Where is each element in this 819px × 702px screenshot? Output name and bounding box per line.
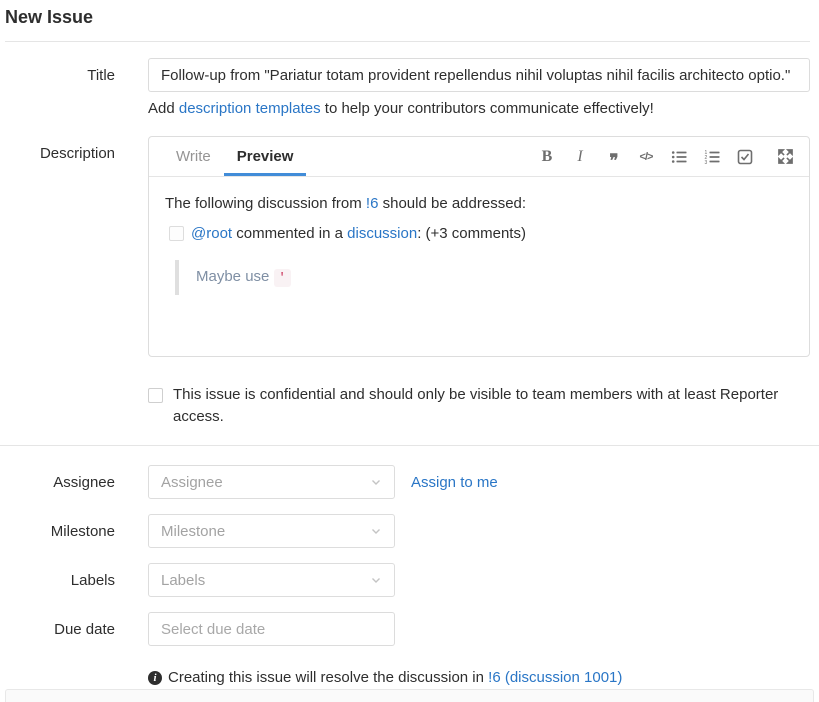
resolve-discussion-note: i Creating this issue will resolve the d…: [148, 668, 810, 688]
description-label: Description: [5, 136, 115, 163]
svg-text:3: 3: [705, 160, 708, 165]
new-issue-page: New Issue Title Add description template…: [0, 0, 819, 688]
task-list-item: @root commented in a discussion: (+3 com…: [165, 223, 793, 245]
inline-code: ': [274, 269, 291, 287]
preview-line-1: The following discussion from !6 should …: [165, 193, 793, 215]
quote-icon[interactable]: ❞: [604, 148, 622, 166]
chevron-down-icon: [370, 476, 382, 488]
editor-tabs: Write Preview: [163, 137, 306, 176]
confidential-checkbox[interactable]: [148, 388, 163, 403]
milestone-row: Milestone Milestone: [5, 514, 810, 548]
assign-to-me-link[interactable]: Assign to me: [411, 474, 498, 491]
task-list-icon[interactable]: [736, 148, 754, 166]
due-date-input[interactable]: [148, 612, 395, 646]
user-root-link[interactable]: @root: [191, 225, 232, 242]
line1-post: should be addressed:: [378, 195, 526, 212]
assignee-label: Assignee: [5, 465, 115, 492]
confidential-text: This issue is confidential and should on…: [173, 384, 810, 428]
resolve-note-text: Creating this issue will resolve the dis…: [168, 668, 622, 688]
labels-dropdown-value: Labels: [161, 572, 205, 589]
discussion-link[interactable]: discussion: [347, 225, 417, 242]
resolve-pre: Creating this issue will resolve the dis…: [168, 669, 488, 686]
line1-pre: The following discussion from: [165, 195, 366, 212]
markdown-editor: Write Preview B I ❞ </> 123: [148, 136, 810, 357]
assignee-dropdown-value: Assignee: [161, 474, 223, 491]
title-label: Title: [5, 58, 115, 85]
description-templates-link[interactable]: description templates: [179, 100, 321, 117]
quoted-discussion: Maybe use ': [175, 260, 793, 295]
task-text: @root commented in a discussion: (+3 com…: [191, 223, 526, 245]
confidential-label[interactable]: This issue is confidential and should on…: [148, 384, 810, 428]
numbered-list-icon[interactable]: 123: [703, 148, 721, 166]
chevron-down-icon: [370, 525, 382, 537]
assignee-row: Assignee Assignee Assign to me: [5, 465, 810, 499]
chevron-down-icon: [370, 574, 382, 586]
section-divider: [0, 445, 819, 446]
confidential-row: This issue is confidential and should on…: [5, 384, 810, 428]
task-post: : (+3 comments): [417, 225, 526, 242]
milestone-dropdown[interactable]: Milestone: [148, 514, 395, 548]
task-checkbox[interactable]: [169, 226, 184, 241]
footer-bar: [5, 689, 814, 702]
fullscreen-icon[interactable]: [776, 148, 794, 166]
page-title: New Issue: [5, 0, 810, 29]
assignee-dropdown[interactable]: Assignee: [148, 465, 395, 499]
labels-row: Labels Labels: [5, 563, 810, 597]
labels-label: Labels: [5, 563, 115, 590]
help-post: to help your contributors communicate ef…: [321, 100, 654, 117]
help-pre: Add: [148, 100, 179, 117]
header-divider: [5, 41, 810, 42]
due-date-label: Due date: [5, 612, 115, 639]
task-mid: commented in a: [232, 225, 347, 242]
tab-preview[interactable]: Preview: [224, 137, 307, 176]
markdown-editor-header: Write Preview B I ❞ </> 123: [149, 137, 809, 177]
title-row: Title Add description templates to help …: [5, 58, 810, 119]
milestone-dropdown-value: Milestone: [161, 523, 225, 540]
title-help-text: Add description templates to help your c…: [148, 99, 810, 119]
markdown-toolbar: B I ❞ </> 123: [538, 137, 794, 176]
italic-icon[interactable]: I: [571, 148, 589, 166]
quote-text: Maybe use: [196, 268, 274, 285]
issue-metadata: Assignee Assignee Assign to me Milestone…: [5, 465, 810, 688]
tab-write[interactable]: Write: [163, 137, 224, 176]
bullet-list-icon[interactable]: [670, 148, 688, 166]
resolve-discussion-link[interactable]: !6 (discussion 1001): [488, 669, 622, 686]
due-date-row: Due date: [5, 612, 810, 646]
info-icon: i: [148, 671, 162, 685]
description-row: Description Write Preview B I ❞ </>: [5, 136, 810, 357]
milestone-label: Milestone: [5, 514, 115, 541]
labels-dropdown[interactable]: Labels: [148, 563, 395, 597]
issue-title-input[interactable]: [148, 58, 810, 92]
code-icon[interactable]: </>: [637, 148, 655, 166]
markdown-preview-pane: The following discussion from !6 should …: [149, 177, 809, 295]
merge-request-link[interactable]: !6: [366, 195, 379, 212]
bold-icon[interactable]: B: [538, 148, 556, 166]
